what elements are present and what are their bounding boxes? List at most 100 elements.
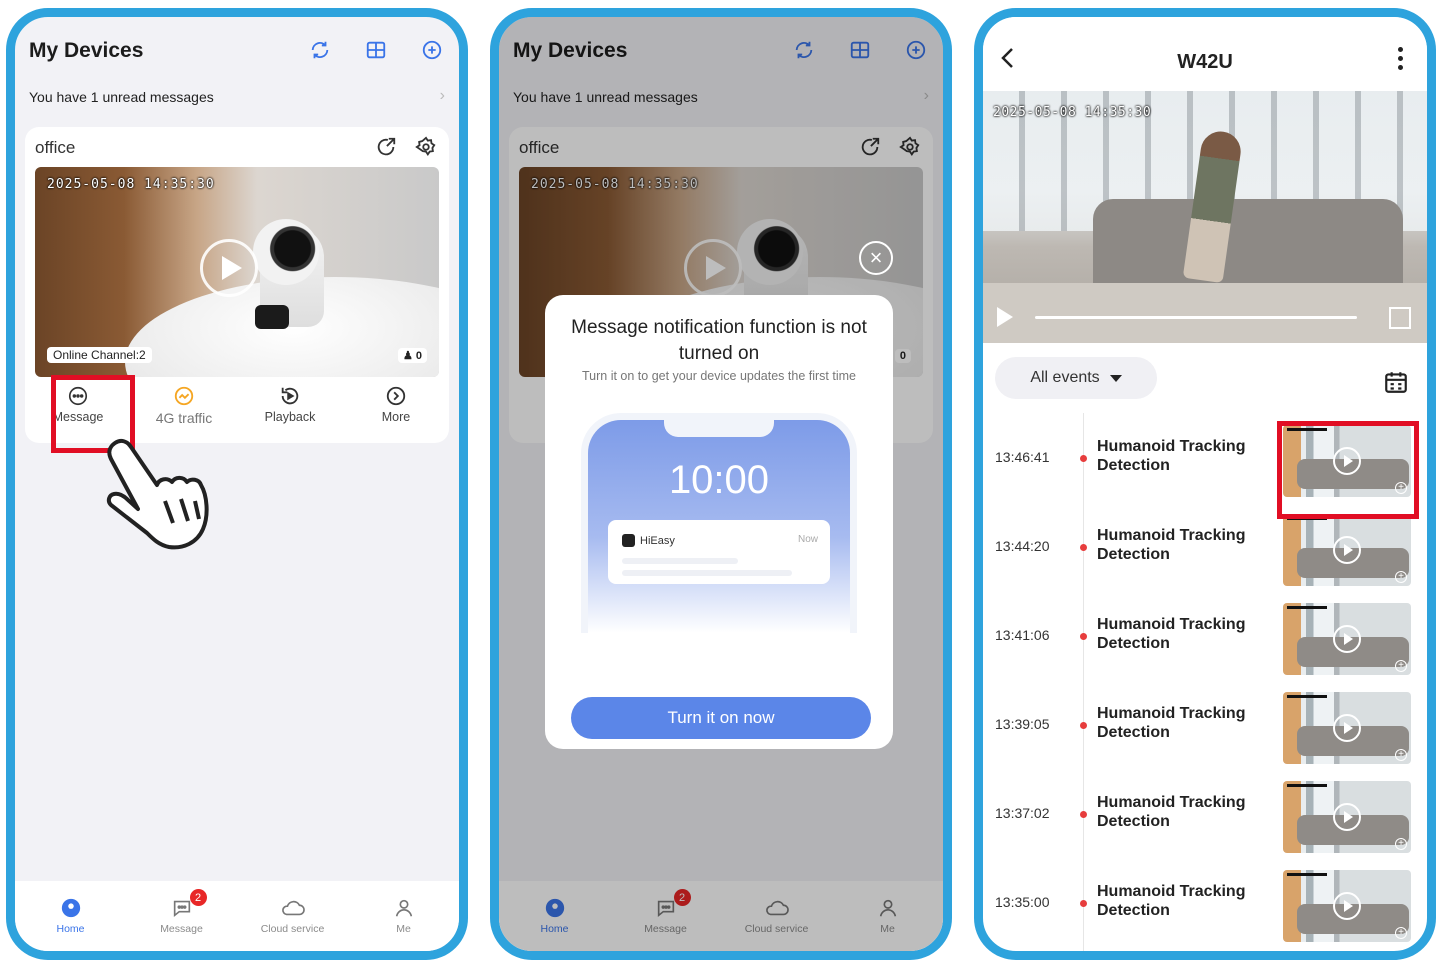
device-name: office [35, 138, 76, 157]
close-icon[interactable]: × [859, 241, 893, 275]
add-device-icon[interactable] [419, 37, 445, 63]
more-options-icon[interactable] [1398, 47, 1403, 74]
play-icon [1333, 536, 1361, 564]
event-title: Humanoid Tracking Detection [1097, 705, 1246, 741]
phone-home-modal: My Devices You have 1 unread messages › … [490, 8, 952, 960]
event-thumbnail[interactable]: + [1283, 692, 1411, 764]
thumbnail-timestamp-bar [1287, 784, 1327, 787]
events-header: W42U [983, 17, 1427, 91]
online-channel-badge: Online Channel:2 [47, 347, 152, 363]
unread-messages-link[interactable]: You have 1 unread messages [29, 89, 214, 105]
app-icon [622, 534, 635, 547]
phone-events: W42U 2025-05-08 14:35:30 All events 13:4… [974, 8, 1436, 960]
event-time: 13:37:02 [995, 805, 1050, 821]
more-action-button[interactable]: More [351, 385, 441, 437]
tab-label: Home [56, 923, 85, 935]
viewer-icon: ♟ [402, 350, 413, 362]
fullscreen-icon[interactable] [1389, 307, 1411, 329]
play-icon [1333, 803, 1361, 831]
tab-home[interactable]: Home [21, 897, 121, 935]
tab-label: Me [396, 923, 411, 935]
highlight-box [1277, 421, 1419, 519]
chevron-right-icon: › [439, 87, 445, 104]
event-title: Humanoid Tracking Detection [1097, 616, 1246, 652]
event-thumbnail[interactable]: + [1283, 781, 1411, 853]
event-dot [1080, 544, 1087, 551]
notification-permission-dialog: Message notification function is not tur… [545, 295, 893, 749]
event-video-player[interactable]: 2025-05-08 14:35:30 [983, 91, 1427, 343]
playback-action-button[interactable]: Playback [245, 385, 335, 437]
event-filter-dropdown[interactable]: All events [995, 357, 1157, 399]
phone-notch [664, 413, 774, 437]
video-scene-camera-lens [255, 305, 289, 329]
zoom-icon[interactable]: + [1395, 749, 1407, 761]
event-row[interactable]: 13:39:05 Humanoid Tracking Detection + [983, 680, 1427, 769]
play-icon [1333, 892, 1361, 920]
event-time: 13:41:06 [995, 627, 1050, 643]
zoom-icon[interactable]: + [1395, 660, 1407, 672]
video-timestamp: 2025-05-08 14:35:30 [993, 105, 1152, 120]
bottom-tab-bar: Home 2 Message Cloud service Me [15, 881, 459, 951]
video-timestamp: 2025-05-08 14:35:30 [47, 177, 215, 192]
progress-bar[interactable] [1035, 316, 1357, 319]
tab-label: Message [160, 923, 203, 935]
event-time: 13:35:00 [995, 894, 1050, 910]
zoom-icon[interactable]: + [1395, 571, 1407, 583]
calendar-icon[interactable] [1383, 369, 1409, 395]
play-icon[interactable] [997, 307, 1013, 327]
live-video-preview[interactable]: 2025-05-08 14:35:30 Online Channel:2 ♟ 0 [35, 167, 439, 377]
refresh-icon[interactable] [307, 37, 333, 63]
event-title: Humanoid Tracking Detection [1097, 794, 1246, 830]
event-time: 13:44:20 [995, 538, 1050, 554]
event-thumbnail[interactable]: + [1283, 603, 1411, 675]
thumbnail-timestamp-bar [1287, 873, 1327, 876]
play-icon [1333, 714, 1361, 742]
video-scene-camera-head [253, 219, 319, 285]
tap-hand-icon [106, 438, 209, 550]
tab-me[interactable]: Me [354, 897, 454, 935]
share-icon[interactable] [375, 136, 397, 163]
filter-label: All events [1030, 369, 1100, 386]
event-row[interactable]: 13:37:02 Humanoid Tracking Detection + [983, 769, 1427, 858]
viewer-count: 0 [415, 350, 422, 362]
action-label: Playback [264, 410, 316, 424]
home-icon [61, 898, 80, 918]
traffic-action-button[interactable]: 4G traffic [139, 385, 229, 437]
unread-badge: 2 [189, 889, 207, 906]
event-row[interactable]: 13:35:00 Humanoid Tracking Detection + [983, 858, 1427, 947]
event-time: 13:39:05 [995, 716, 1050, 732]
zoom-icon[interactable]: + [1395, 838, 1407, 850]
event-time: 13:46:41 [995, 449, 1050, 465]
caret-down-icon [1109, 374, 1122, 382]
event-row[interactable]: 13:41:06 Humanoid Tracking Detection + [983, 591, 1427, 680]
illustration-time: 10:00 [668, 458, 770, 502]
video-scene-floor [983, 283, 1427, 343]
traffic-icon [174, 386, 194, 406]
zoom-icon[interactable]: + [1395, 927, 1407, 939]
playback-icon [281, 387, 299, 405]
placeholder-line [622, 570, 792, 576]
device-title: W42U [1177, 51, 1233, 73]
illustration-notification: HiEasy Now [608, 520, 830, 584]
event-thumbnail[interactable]: + [1283, 514, 1411, 586]
grid-view-icon[interactable] [363, 37, 389, 63]
user-icon [395, 899, 412, 917]
turn-on-now-button[interactable]: Turn it on now [571, 697, 871, 739]
event-thumbnail[interactable]: + [1283, 870, 1411, 942]
dialog-title: Message notification function is not tur… [571, 317, 867, 364]
phone-home: My Devices You have 1 unread messages › … [6, 8, 468, 960]
tab-cloud-service[interactable]: Cloud service [243, 897, 343, 935]
page-title: My Devices [29, 39, 144, 62]
settings-gear-icon[interactable] [415, 136, 437, 163]
action-label: More [381, 410, 411, 424]
event-dot [1080, 633, 1087, 640]
tab-message[interactable]: 2 Message [132, 889, 232, 935]
thumbnail-timestamp-bar [1287, 695, 1327, 698]
home-header: My Devices You have 1 unread messages › [15, 17, 459, 129]
illustration-now: Now [797, 534, 818, 545]
thumbnail-timestamp-bar [1287, 606, 1327, 609]
action-label: 4G traffic [155, 410, 213, 426]
play-button[interactable] [200, 239, 258, 297]
event-title: Humanoid Tracking Detection [1097, 527, 1246, 563]
event-dot [1080, 900, 1087, 907]
